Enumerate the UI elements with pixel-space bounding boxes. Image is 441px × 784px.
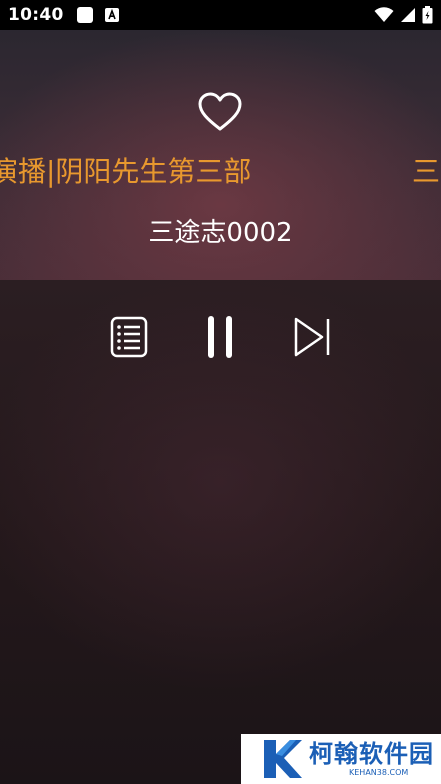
favorite-button[interactable]	[196, 90, 244, 134]
signal-icon	[400, 7, 416, 23]
status-bar: 10:40	[0, 0, 441, 30]
pause-button[interactable]	[196, 313, 244, 361]
album-title: 演播|阴阳先生第三部	[0, 155, 252, 188]
next-button[interactable]	[288, 313, 336, 361]
track-title: 三途志0002	[148, 218, 293, 248]
album-title-marquee: 演播|阴阳先生第三部 三	[0, 152, 441, 192]
heart-outline-icon	[198, 92, 242, 131]
watermark-brand: 柯翰软件园	[309, 740, 434, 768]
player-controls	[0, 280, 441, 784]
album-title-repeat: 三	[412, 155, 441, 188]
k-logo-icon	[259, 736, 305, 782]
playlist-icon	[110, 316, 148, 358]
watermark-domain: KEHAN38.COM	[349, 768, 409, 777]
pause-icon	[208, 316, 232, 358]
font-app-icon	[104, 7, 120, 23]
watermark: 柯翰软件园 KEHAN38.COM	[241, 734, 441, 784]
playlist-button[interactable]	[106, 313, 154, 361]
wifi-icon	[374, 7, 394, 23]
skip-next-icon	[294, 317, 330, 357]
status-time: 10:40	[8, 5, 64, 25]
battery-icon	[422, 6, 433, 24]
now-playing-header: 演播|阴阳先生第三部 三 三途志0002	[0, 30, 441, 280]
notification-square-icon	[76, 6, 94, 24]
